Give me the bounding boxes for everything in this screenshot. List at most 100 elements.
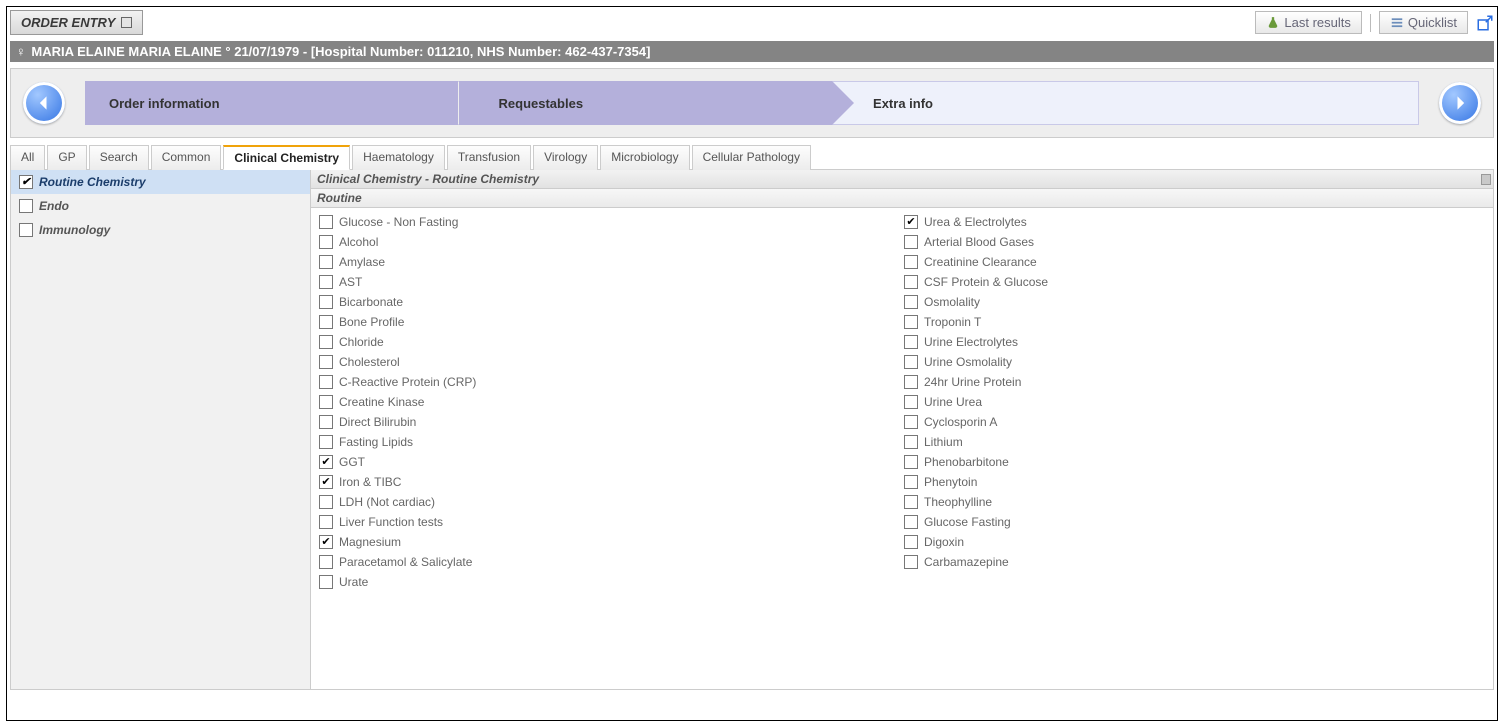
checkbox-icon[interactable] [319,575,333,589]
test-row[interactable]: Osmolality [902,292,1487,312]
tab-all[interactable]: All [10,145,45,170]
test-row[interactable]: Lithium [902,432,1487,452]
test-row[interactable]: Iron & TIBC [317,472,902,492]
checkbox-icon[interactable] [319,315,333,329]
checkbox-icon[interactable] [319,455,333,469]
nav-forward-button[interactable] [1439,82,1481,124]
tab-transfusion[interactable]: Transfusion [447,145,531,170]
checkbox-icon[interactable] [319,495,333,509]
checkbox-icon[interactable] [904,215,918,229]
test-row[interactable]: Fasting Lipids [317,432,902,452]
checkbox-icon[interactable] [904,295,918,309]
test-row[interactable]: Urate [317,572,902,592]
test-row[interactable]: Bicarbonate [317,292,902,312]
test-row[interactable]: Direct Bilirubin [317,412,902,432]
test-row[interactable]: Glucose - Non Fasting [317,212,902,232]
last-results-button[interactable]: Last results [1255,11,1361,34]
test-row[interactable]: C-Reactive Protein (CRP) [317,372,902,392]
checkbox-icon[interactable] [19,199,33,213]
test-row[interactable]: CSF Protein & Glucose [902,272,1487,292]
checkbox-icon[interactable] [319,515,333,529]
step-extra-info[interactable]: Extra info [832,81,1419,125]
checkbox-icon[interactable] [904,535,918,549]
test-row[interactable]: AST [317,272,902,292]
checkbox-icon[interactable] [904,275,918,289]
checkbox-icon[interactable] [319,355,333,369]
checkbox-icon[interactable] [904,415,918,429]
test-row[interactable]: Alcohol [317,232,902,252]
scroll-up-icon[interactable] [1481,174,1491,185]
test-row[interactable]: Arterial Blood Gases [902,232,1487,252]
test-row[interactable]: Cholesterol [317,352,902,372]
test-row[interactable]: Liver Function tests [317,512,902,532]
test-row[interactable]: Carbamazepine [902,552,1487,572]
test-row[interactable]: Urine Osmolality [902,352,1487,372]
checkbox-icon[interactable] [904,435,918,449]
test-row[interactable]: Amylase [317,252,902,272]
test-row[interactable]: 24hr Urine Protein [902,372,1487,392]
tab-cellular-pathology[interactable]: Cellular Pathology [692,145,811,170]
test-row[interactable]: Magnesium [317,532,902,552]
checkbox-icon[interactable] [904,495,918,509]
checkbox-icon[interactable] [904,335,918,349]
test-row[interactable]: Paracetamol & Salicylate [317,552,902,572]
checkbox-icon[interactable] [319,235,333,249]
test-row[interactable]: Glucose Fasting [902,512,1487,532]
checkbox-icon[interactable] [319,415,333,429]
test-row[interactable]: Troponin T [902,312,1487,332]
test-row[interactable]: Urea & Electrolytes [902,212,1487,232]
tab-microbiology[interactable]: Microbiology [600,145,689,170]
checkbox-icon[interactable] [904,515,918,529]
checkbox-icon[interactable] [319,295,333,309]
tab-gp[interactable]: GP [47,145,86,170]
checkbox-icon[interactable] [904,355,918,369]
checkbox-icon[interactable] [904,315,918,329]
tab-virology[interactable]: Virology [533,145,598,170]
test-row[interactable]: LDH (Not cardiac) [317,492,902,512]
checkbox-icon[interactable] [319,475,333,489]
tab-haematology[interactable]: Haematology [352,145,445,170]
checkbox-icon[interactable] [904,455,918,469]
test-row[interactable]: Phenobarbitone [902,452,1487,472]
checkbox-icon[interactable] [319,375,333,389]
test-row[interactable]: Digoxin [902,532,1487,552]
test-row[interactable]: Urine Urea [902,392,1487,412]
checkbox-icon[interactable] [319,335,333,349]
test-row[interactable]: Cyclosporin A [902,412,1487,432]
test-row[interactable]: Theophylline [902,492,1487,512]
tab-search[interactable]: Search [89,145,149,170]
tab-clinical-chemistry[interactable]: Clinical Chemistry [223,145,350,170]
test-row[interactable]: Urine Electrolytes [902,332,1487,352]
test-row[interactable]: Creatine Kinase [317,392,902,412]
checkbox-icon[interactable] [904,395,918,409]
test-row[interactable]: GGT [317,452,902,472]
sidebar-item-routine-chemistry[interactable]: Routine Chemistry [11,170,310,194]
quicklist-button[interactable]: Quicklist [1379,11,1468,34]
checkbox-icon[interactable] [319,535,333,549]
sidebar-item-endo[interactable]: Endo [11,194,310,218]
popout-icon[interactable] [1476,14,1494,32]
step-requestables[interactable]: Requestables [459,81,833,125]
test-row[interactable]: Chloride [317,332,902,352]
test-row[interactable]: Creatinine Clearance [902,252,1487,272]
tab-common[interactable]: Common [151,145,222,170]
checkbox-icon[interactable] [19,175,33,189]
checkbox-icon[interactable] [904,235,918,249]
sidebar-item-immunology[interactable]: Immunology [11,218,310,242]
checkbox-icon[interactable] [19,223,33,237]
checkbox-icon[interactable] [319,435,333,449]
checkbox-icon[interactable] [319,215,333,229]
test-row[interactable]: Bone Profile [317,312,902,332]
nav-back-button[interactable] [23,82,65,124]
checkbox-icon[interactable] [904,475,918,489]
checkbox-icon[interactable] [319,255,333,269]
checkbox-icon[interactable] [904,555,918,569]
test-row[interactable]: Phenytoin [902,472,1487,492]
step-order-info[interactable]: Order information [85,81,459,125]
checkbox-icon[interactable] [319,395,333,409]
checkbox-icon[interactable] [904,255,918,269]
checkbox-icon[interactable] [904,375,918,389]
checkbox-icon[interactable] [319,275,333,289]
test-label: Cholesterol [339,355,400,369]
checkbox-icon[interactable] [319,555,333,569]
